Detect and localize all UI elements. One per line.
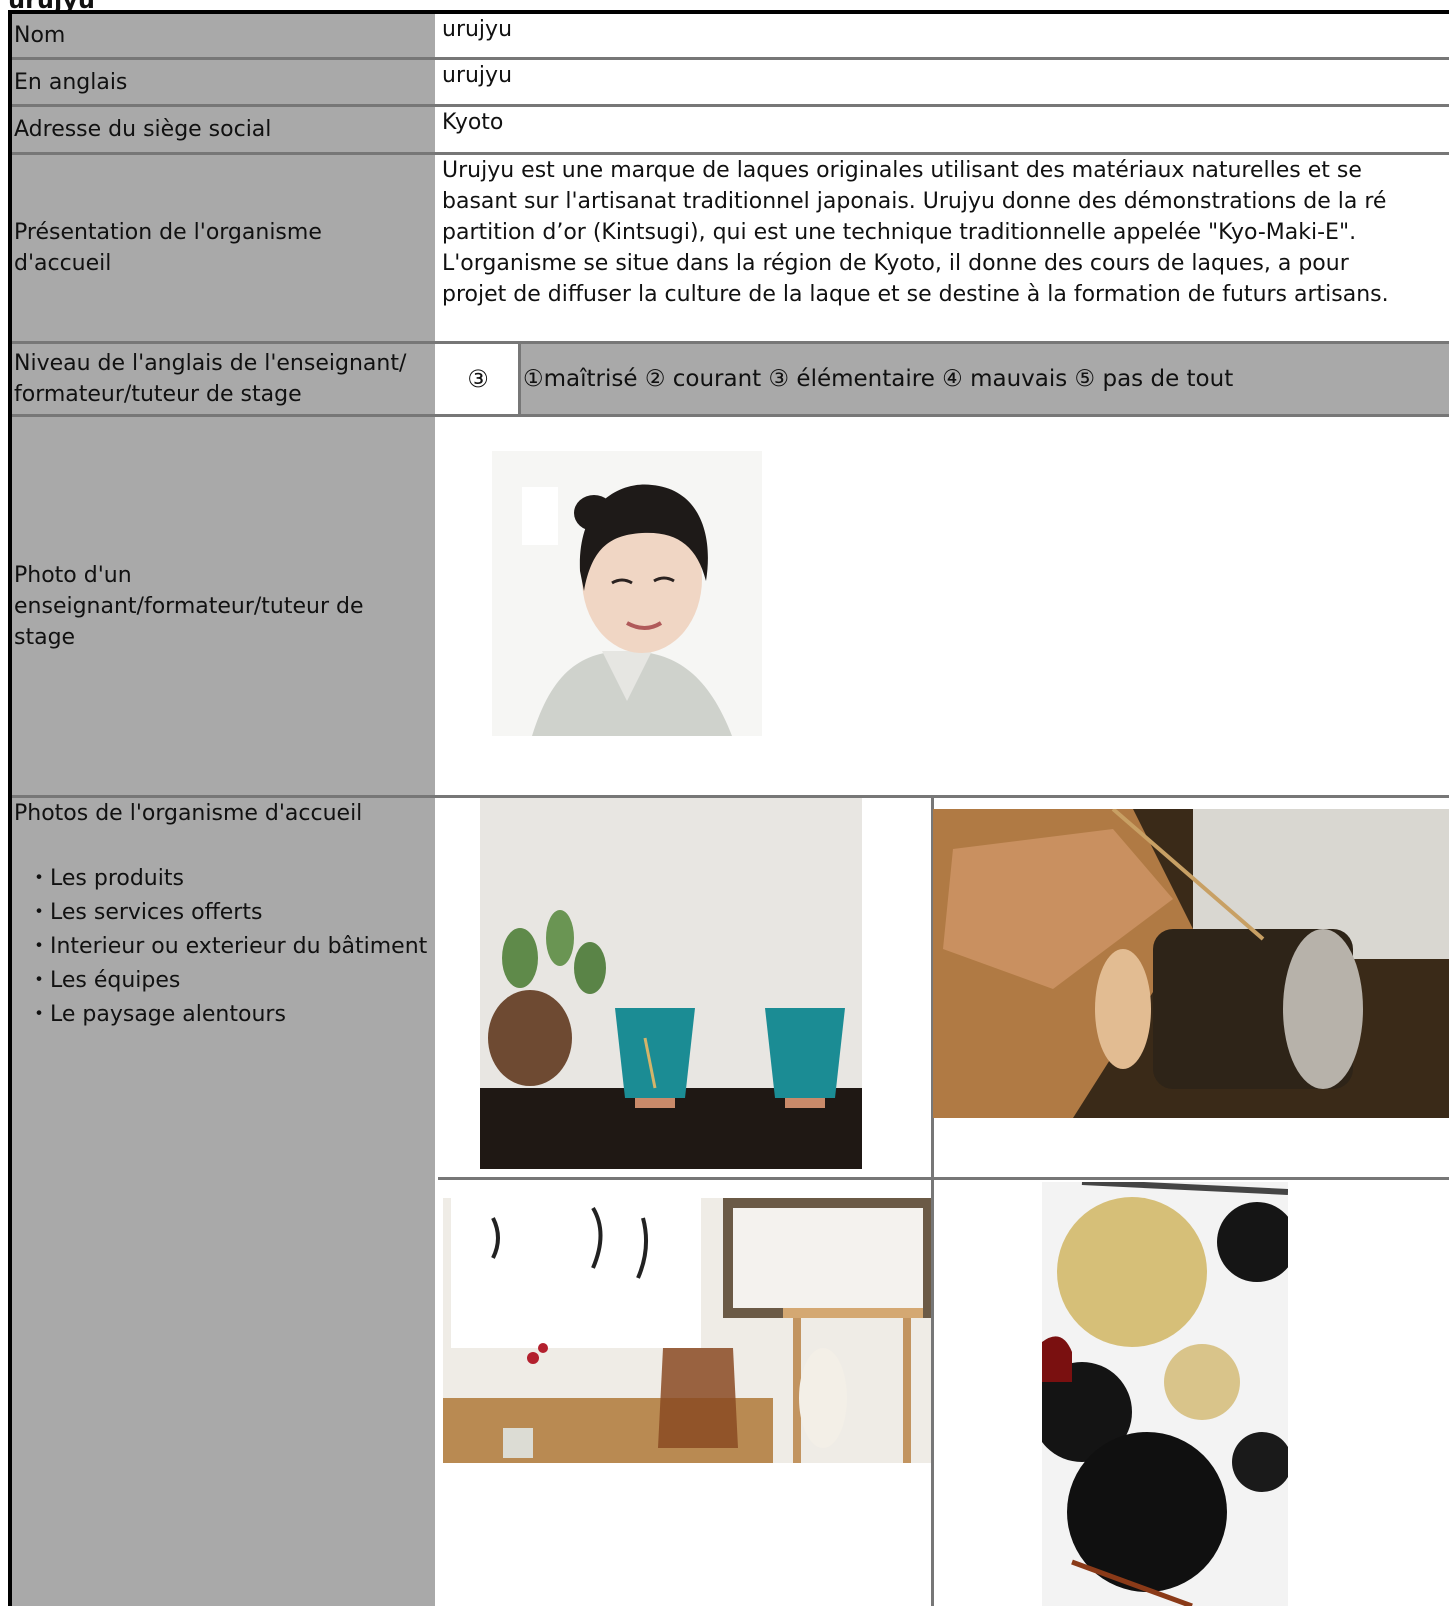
- interior-photo: [443, 1198, 931, 1463]
- value-presentation: Urujyu est une marque de laques original…: [438, 155, 1449, 341]
- label-presentation-text: Présentation de l'organisme d'accueil: [14, 220, 322, 276]
- label-nom: Nom: [12, 14, 435, 57]
- photo-category-list: ・Les produits ・Les services offerts ・Int…: [28, 862, 427, 1032]
- label-adresse-text: Adresse du siège social: [14, 117, 272, 142]
- value-anglais: urujyu: [438, 60, 1449, 104]
- list-item: ・Le paysage alentours: [28, 1002, 286, 1027]
- value-nom: urujyu: [438, 14, 1449, 57]
- label-photo-enseignant-text: Photo d'un enseignant/formateur/tuteur d…: [14, 562, 364, 650]
- label-nom-text: Nom: [14, 23, 66, 48]
- label-photos-organisme-text: Photos de l'organisme d'accueil: [14, 801, 363, 826]
- teacher-photo: [492, 451, 762, 736]
- label-anglais-text: En anglais: [14, 69, 128, 95]
- value-adresse: Kyoto: [438, 107, 1449, 152]
- label-anglais: En anglais: [12, 60, 435, 104]
- lacquerware-photo: [1042, 1182, 1288, 1606]
- label-niveau-text: Niveau de l'anglais de l'enseignant/ for…: [14, 351, 407, 407]
- english-level-value: ③: [438, 344, 518, 414]
- english-level-scale: ①maîtrisé ② courant ③ élémentaire ④ mauv…: [521, 344, 1449, 414]
- label-presentation: Présentation de l'organisme d'accueil: [12, 155, 435, 341]
- list-item: ・Les produits: [28, 866, 184, 891]
- list-item: ・Interieur ou exterieur du bâtiment: [28, 934, 428, 959]
- label-adresse: Adresse du siège social: [12, 107, 435, 152]
- list-item: ・Les équipes: [28, 968, 181, 993]
- label-photo-enseignant: Photo d'un enseignant/formateur/tuteur d…: [12, 417, 435, 795]
- label-niveau-anglais: Niveau de l'anglais de l'enseignant/ for…: [12, 344, 435, 414]
- grid-divider-horizontal: [438, 1177, 1449, 1180]
- craft-process-photo: [933, 809, 1449, 1118]
- list-item: ・Les services offerts: [28, 900, 263, 925]
- products-photo: [480, 798, 862, 1169]
